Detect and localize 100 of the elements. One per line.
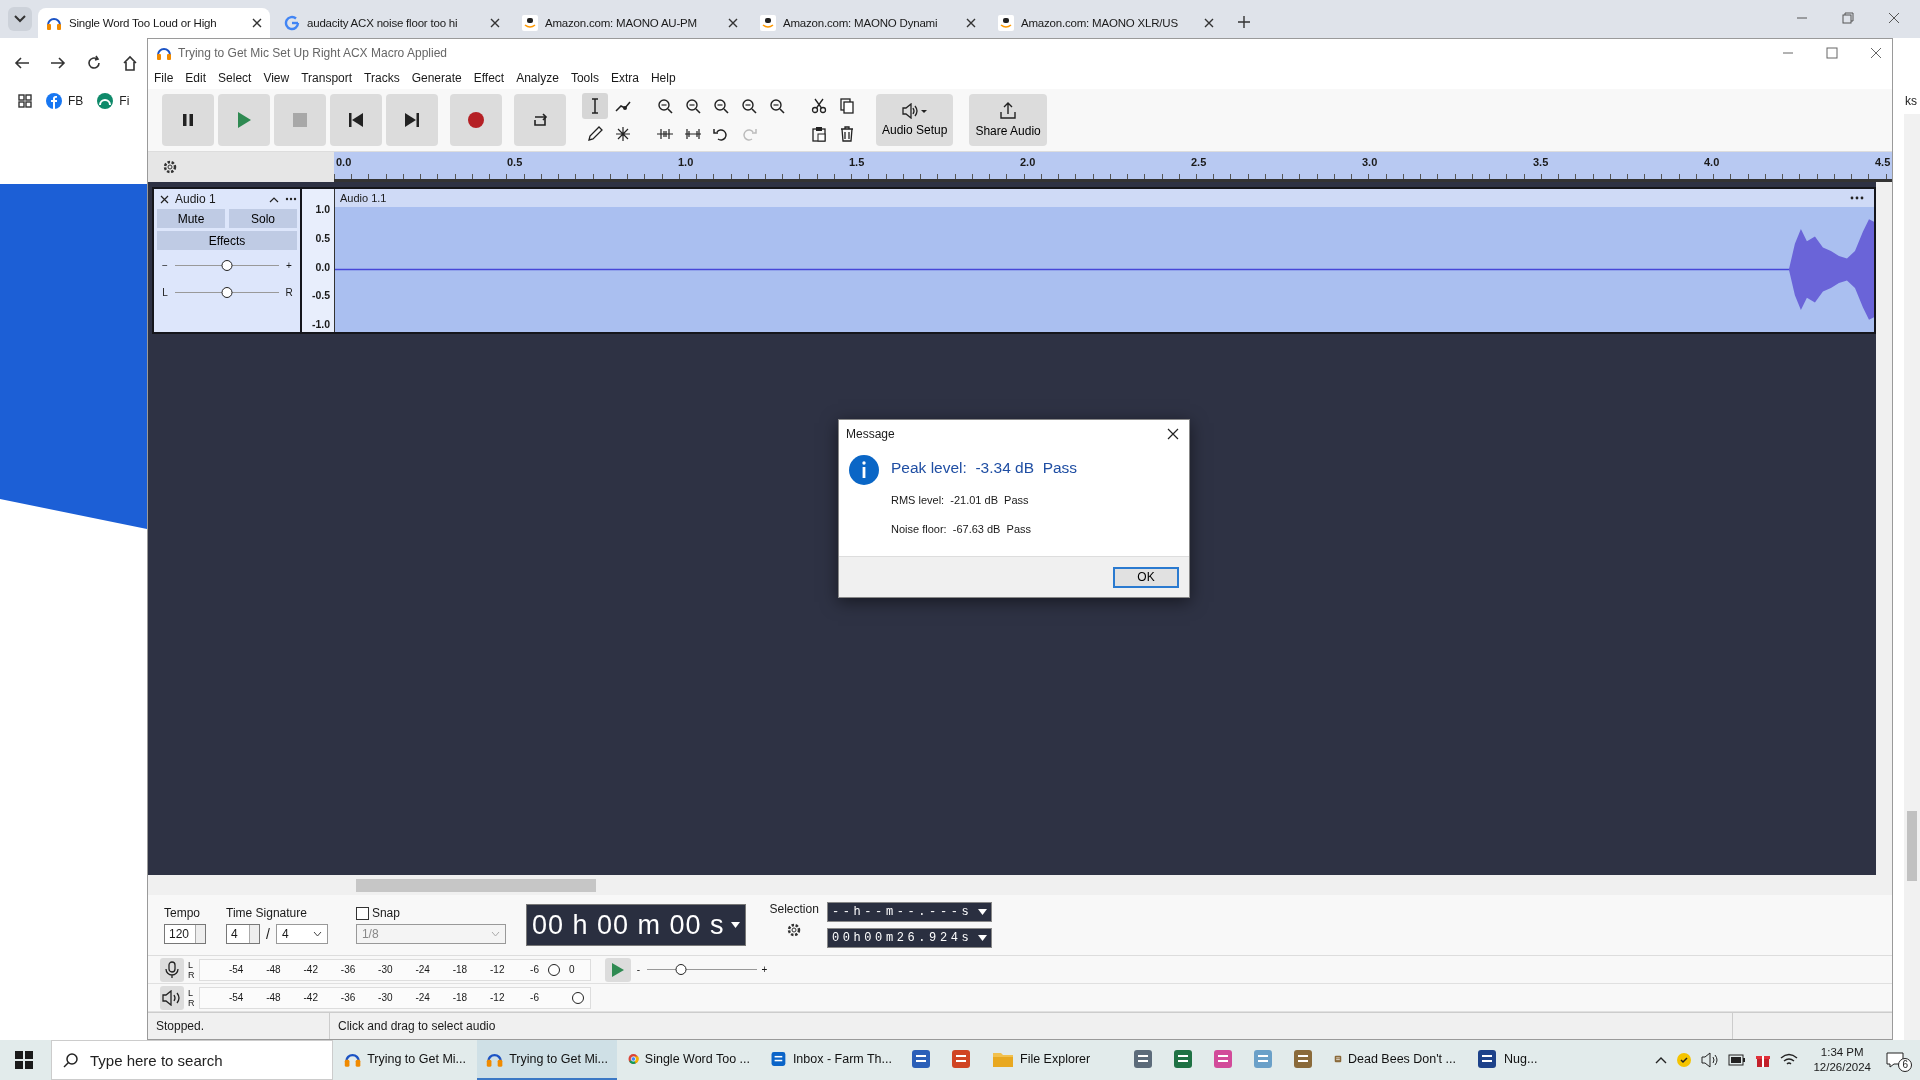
microphone-button[interactable] bbox=[160, 957, 184, 982]
bookmark-label[interactable]: ks bbox=[1905, 94, 1917, 108]
selection-tool-icon[interactable] bbox=[582, 93, 608, 119]
tab-list-button[interactable] bbox=[8, 7, 32, 31]
more-icon[interactable] bbox=[1850, 196, 1864, 200]
speaker-icon bbox=[162, 989, 182, 1006]
skip-to-start-button[interactable] bbox=[330, 94, 382, 146]
back-icon[interactable] bbox=[14, 55, 30, 71]
menu-item[interactable]: Edit bbox=[185, 71, 207, 85]
tempo-field[interactable]: 120 bbox=[164, 924, 206, 944]
settings-icon[interactable] bbox=[786, 922, 803, 938]
browser-tab[interactable]: Single Word Too Loud or High bbox=[38, 8, 270, 38]
settings-icon[interactable] bbox=[162, 159, 178, 175]
play-at-speed-button[interactable] bbox=[604, 957, 631, 982]
notification-icon[interactable] bbox=[1886, 1052, 1904, 1068]
windows-logo-icon[interactable] bbox=[15, 1051, 33, 1069]
taskbar-item[interactable]: File Explorer bbox=[983, 1040, 1123, 1080]
menu-item[interactable]: Analyze bbox=[516, 71, 559, 85]
loop-button[interactable] bbox=[514, 94, 566, 146]
menu-item[interactable]: Extra bbox=[610, 71, 639, 85]
track-name[interactable]: Audio 1 bbox=[175, 192, 263, 206]
taskbar-item[interactable]: Trying to Get Mi... bbox=[477, 1040, 617, 1080]
speaker-button[interactable] bbox=[160, 985, 184, 1010]
taskbar-item[interactable]: Single Word Too ... bbox=[619, 1040, 759, 1080]
home-icon[interactable] bbox=[122, 55, 138, 71]
selection-start-field[interactable]: --h--m--.---s bbox=[826, 902, 993, 922]
mute-button[interactable]: Mute bbox=[157, 209, 225, 228]
close-icon[interactable] bbox=[160, 194, 169, 204]
reload-icon[interactable] bbox=[86, 55, 102, 71]
collapse-icon[interactable] bbox=[269, 195, 279, 203]
menu-item[interactable]: Effect bbox=[473, 71, 505, 85]
beats-field[interactable]: 4 bbox=[226, 924, 260, 944]
headphones-icon bbox=[156, 45, 172, 61]
channel-label: R bbox=[188, 997, 195, 1008]
timeline-ruler[interactable]: 0.0 0.5 1.0 1.5 2.0 2.5 3.0 3.5 4.0 4.5 bbox=[334, 152, 1892, 182]
close-icon[interactable] bbox=[1167, 428, 1179, 440]
clip-header[interactable]: Audio 1.1 bbox=[335, 189, 1874, 207]
ok-button[interactable]: OK bbox=[1113, 566, 1179, 588]
taskbar-item[interactable]: Trying to Get Mi... bbox=[335, 1040, 475, 1080]
pause-button[interactable] bbox=[162, 94, 214, 146]
bookmark-link[interactable]: FB bbox=[46, 93, 84, 109]
restore-icon[interactable] bbox=[1842, 12, 1854, 24]
caret-down-icon bbox=[312, 931, 322, 937]
record-icon bbox=[467, 111, 485, 129]
recording-meter[interactable]: -54 -48 -42 -36 -30 -24 -18 -12 -6 0 bbox=[198, 958, 591, 981]
notification-count: 6 bbox=[1898, 1058, 1912, 1072]
slider-label: L bbox=[161, 286, 169, 298]
apps-grid-icon[interactable] bbox=[18, 94, 32, 108]
separator-text: / bbox=[266, 926, 270, 942]
close-icon[interactable] bbox=[490, 18, 500, 28]
note-value-dropdown[interactable]: 4 bbox=[275, 924, 328, 944]
taskbar-item[interactable]: Nug... bbox=[1467, 1040, 1607, 1080]
battery-icon[interactable] bbox=[1728, 1054, 1747, 1066]
snap-checkbox[interactable]: Snap bbox=[355, 906, 506, 920]
waveform-drawing[interactable] bbox=[335, 207, 1874, 332]
channel-label: R bbox=[188, 969, 195, 980]
menu-item[interactable]: Generate bbox=[411, 71, 462, 85]
solo-button[interactable]: Solo bbox=[229, 209, 297, 228]
effects-button[interactable]: Effects bbox=[157, 231, 297, 250]
browser-tab[interactable]: Amazon.com: MAONO AU-PM bbox=[514, 8, 746, 38]
clock[interactable]: 1:34 PM 12/26/2024 bbox=[1807, 1045, 1877, 1075]
microphone-icon bbox=[165, 960, 179, 979]
menu-item[interactable]: View bbox=[263, 71, 290, 85]
menu-item[interactable]: Transport bbox=[301, 71, 353, 85]
close-icon[interactable] bbox=[1204, 18, 1214, 28]
playback-meter[interactable]: -54 -48 -42 -36 -30 -24 -18 -12 -6 bbox=[198, 986, 591, 1009]
browser-tab[interactable]: Amazon.com: MAONO XLR/US bbox=[990, 8, 1222, 38]
caret-down-icon bbox=[730, 922, 740, 928]
close-icon[interactable] bbox=[728, 18, 738, 28]
search-field[interactable]: Type here to search bbox=[51, 1040, 333, 1080]
forward-icon[interactable] bbox=[50, 55, 66, 71]
taskbar-item[interactable]: Inbox - Farm Th... bbox=[761, 1040, 901, 1080]
share-audio-button[interactable]: Share Audio bbox=[969, 94, 1047, 146]
close-icon[interactable] bbox=[252, 18, 262, 28]
close-icon[interactable] bbox=[966, 18, 976, 28]
menu-item[interactable]: Tools bbox=[570, 71, 599, 85]
menu-item[interactable]: File bbox=[154, 71, 174, 85]
shield-icon[interactable] bbox=[1676, 1052, 1693, 1068]
record-button[interactable] bbox=[450, 94, 502, 146]
browser-tab[interactable]: audacity ACX noise floor too hi bbox=[276, 8, 508, 38]
maximize-icon[interactable] bbox=[1826, 47, 1838, 59]
more-icon[interactable] bbox=[285, 197, 297, 201]
browser-tab[interactable]: Amazon.com: MAONO Dynami bbox=[752, 8, 984, 38]
bookmark-link[interactable]: Fi bbox=[97, 93, 130, 109]
selection-end-field[interactable]: 00h00m26.924s bbox=[826, 928, 993, 948]
caret-up-icon[interactable] bbox=[1655, 1056, 1668, 1064]
result-text: Noise floor: -67.63 dB Pass bbox=[891, 523, 1032, 535]
taskbar-item[interactable]: Dead Bees Don't ... bbox=[1325, 1040, 1465, 1080]
menu-item[interactable]: Tracks bbox=[364, 71, 400, 85]
scrollbar[interactable] bbox=[1904, 114, 1920, 1040]
new-tab-icon[interactable] bbox=[1238, 16, 1250, 28]
skip-to-end-button[interactable] bbox=[386, 94, 438, 146]
menu-item[interactable]: Help bbox=[650, 71, 676, 85]
peak-level-text: Peak level: -3.34 dB Pass bbox=[891, 459, 1078, 477]
speaker-icon[interactable] bbox=[1701, 1052, 1720, 1068]
time-display[interactable]: 00 h 00 m 00 s bbox=[525, 904, 746, 946]
play-icon bbox=[610, 961, 625, 978]
audio-setup-button[interactable]: Audio Setup bbox=[876, 94, 954, 146]
scrollbar[interactable] bbox=[1876, 182, 1892, 875]
menu-item[interactable]: Select bbox=[218, 71, 252, 85]
